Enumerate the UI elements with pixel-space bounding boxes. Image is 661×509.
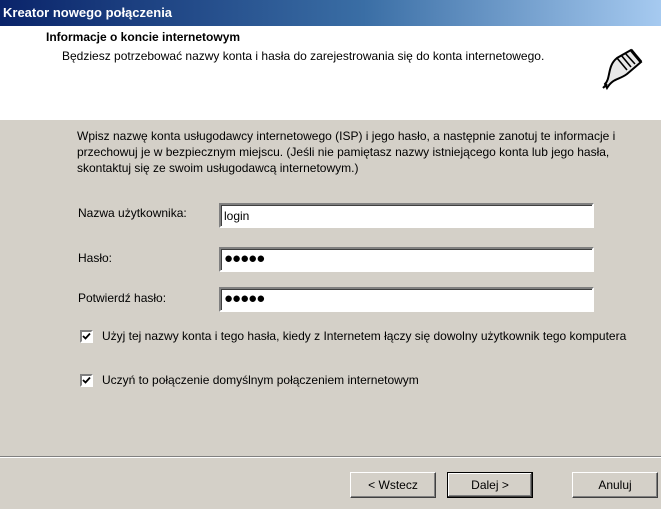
footer-separator-highlight — [0, 457, 661, 458]
intro-text: Wpisz nazwę konta usługodawcy internetow… — [77, 129, 616, 175]
username-label: Nazwa użytkownika: — [78, 206, 187, 220]
confirm-password-input[interactable]: ●●●●● — [219, 287, 594, 312]
password-input[interactable]: ●●●●● — [219, 247, 594, 272]
checkmark-icon — [82, 376, 91, 384]
username-input[interactable]: login — [219, 203, 594, 228]
any-user-label[interactable]: Użyj tej nazwy konta i tego hasła, kiedy… — [102, 328, 632, 344]
network-cable-icon — [597, 44, 647, 94]
title-bar[interactable]: Kreator nowego połączenia — [0, 0, 661, 26]
header-subtitle: Będziesz potrzebować nazwy konta i hasła… — [62, 49, 545, 63]
window-title: Kreator nowego połączenia — [3, 5, 173, 20]
cancel-button[interactable]: Anuluj — [572, 472, 658, 498]
wizard-header: Informacje o koncie internetowym Będzies… — [0, 26, 661, 120]
back-button[interactable]: < Wstecz — [350, 472, 436, 498]
checkmark-icon — [82, 332, 91, 340]
next-button[interactable]: Dalej > — [447, 472, 533, 498]
default-connection-label[interactable]: Uczyń to połączenie domyślnym połączenie… — [102, 372, 419, 388]
password-label: Hasło: — [78, 251, 113, 265]
any-user-checkbox[interactable] — [80, 330, 93, 343]
header-title: Informacje o koncie internetowym — [46, 30, 241, 44]
confirm-password-label: Potwierdź hasło: — [78, 291, 167, 305]
default-connection-checkbox[interactable] — [80, 374, 93, 387]
header-separator — [0, 119, 661, 120]
